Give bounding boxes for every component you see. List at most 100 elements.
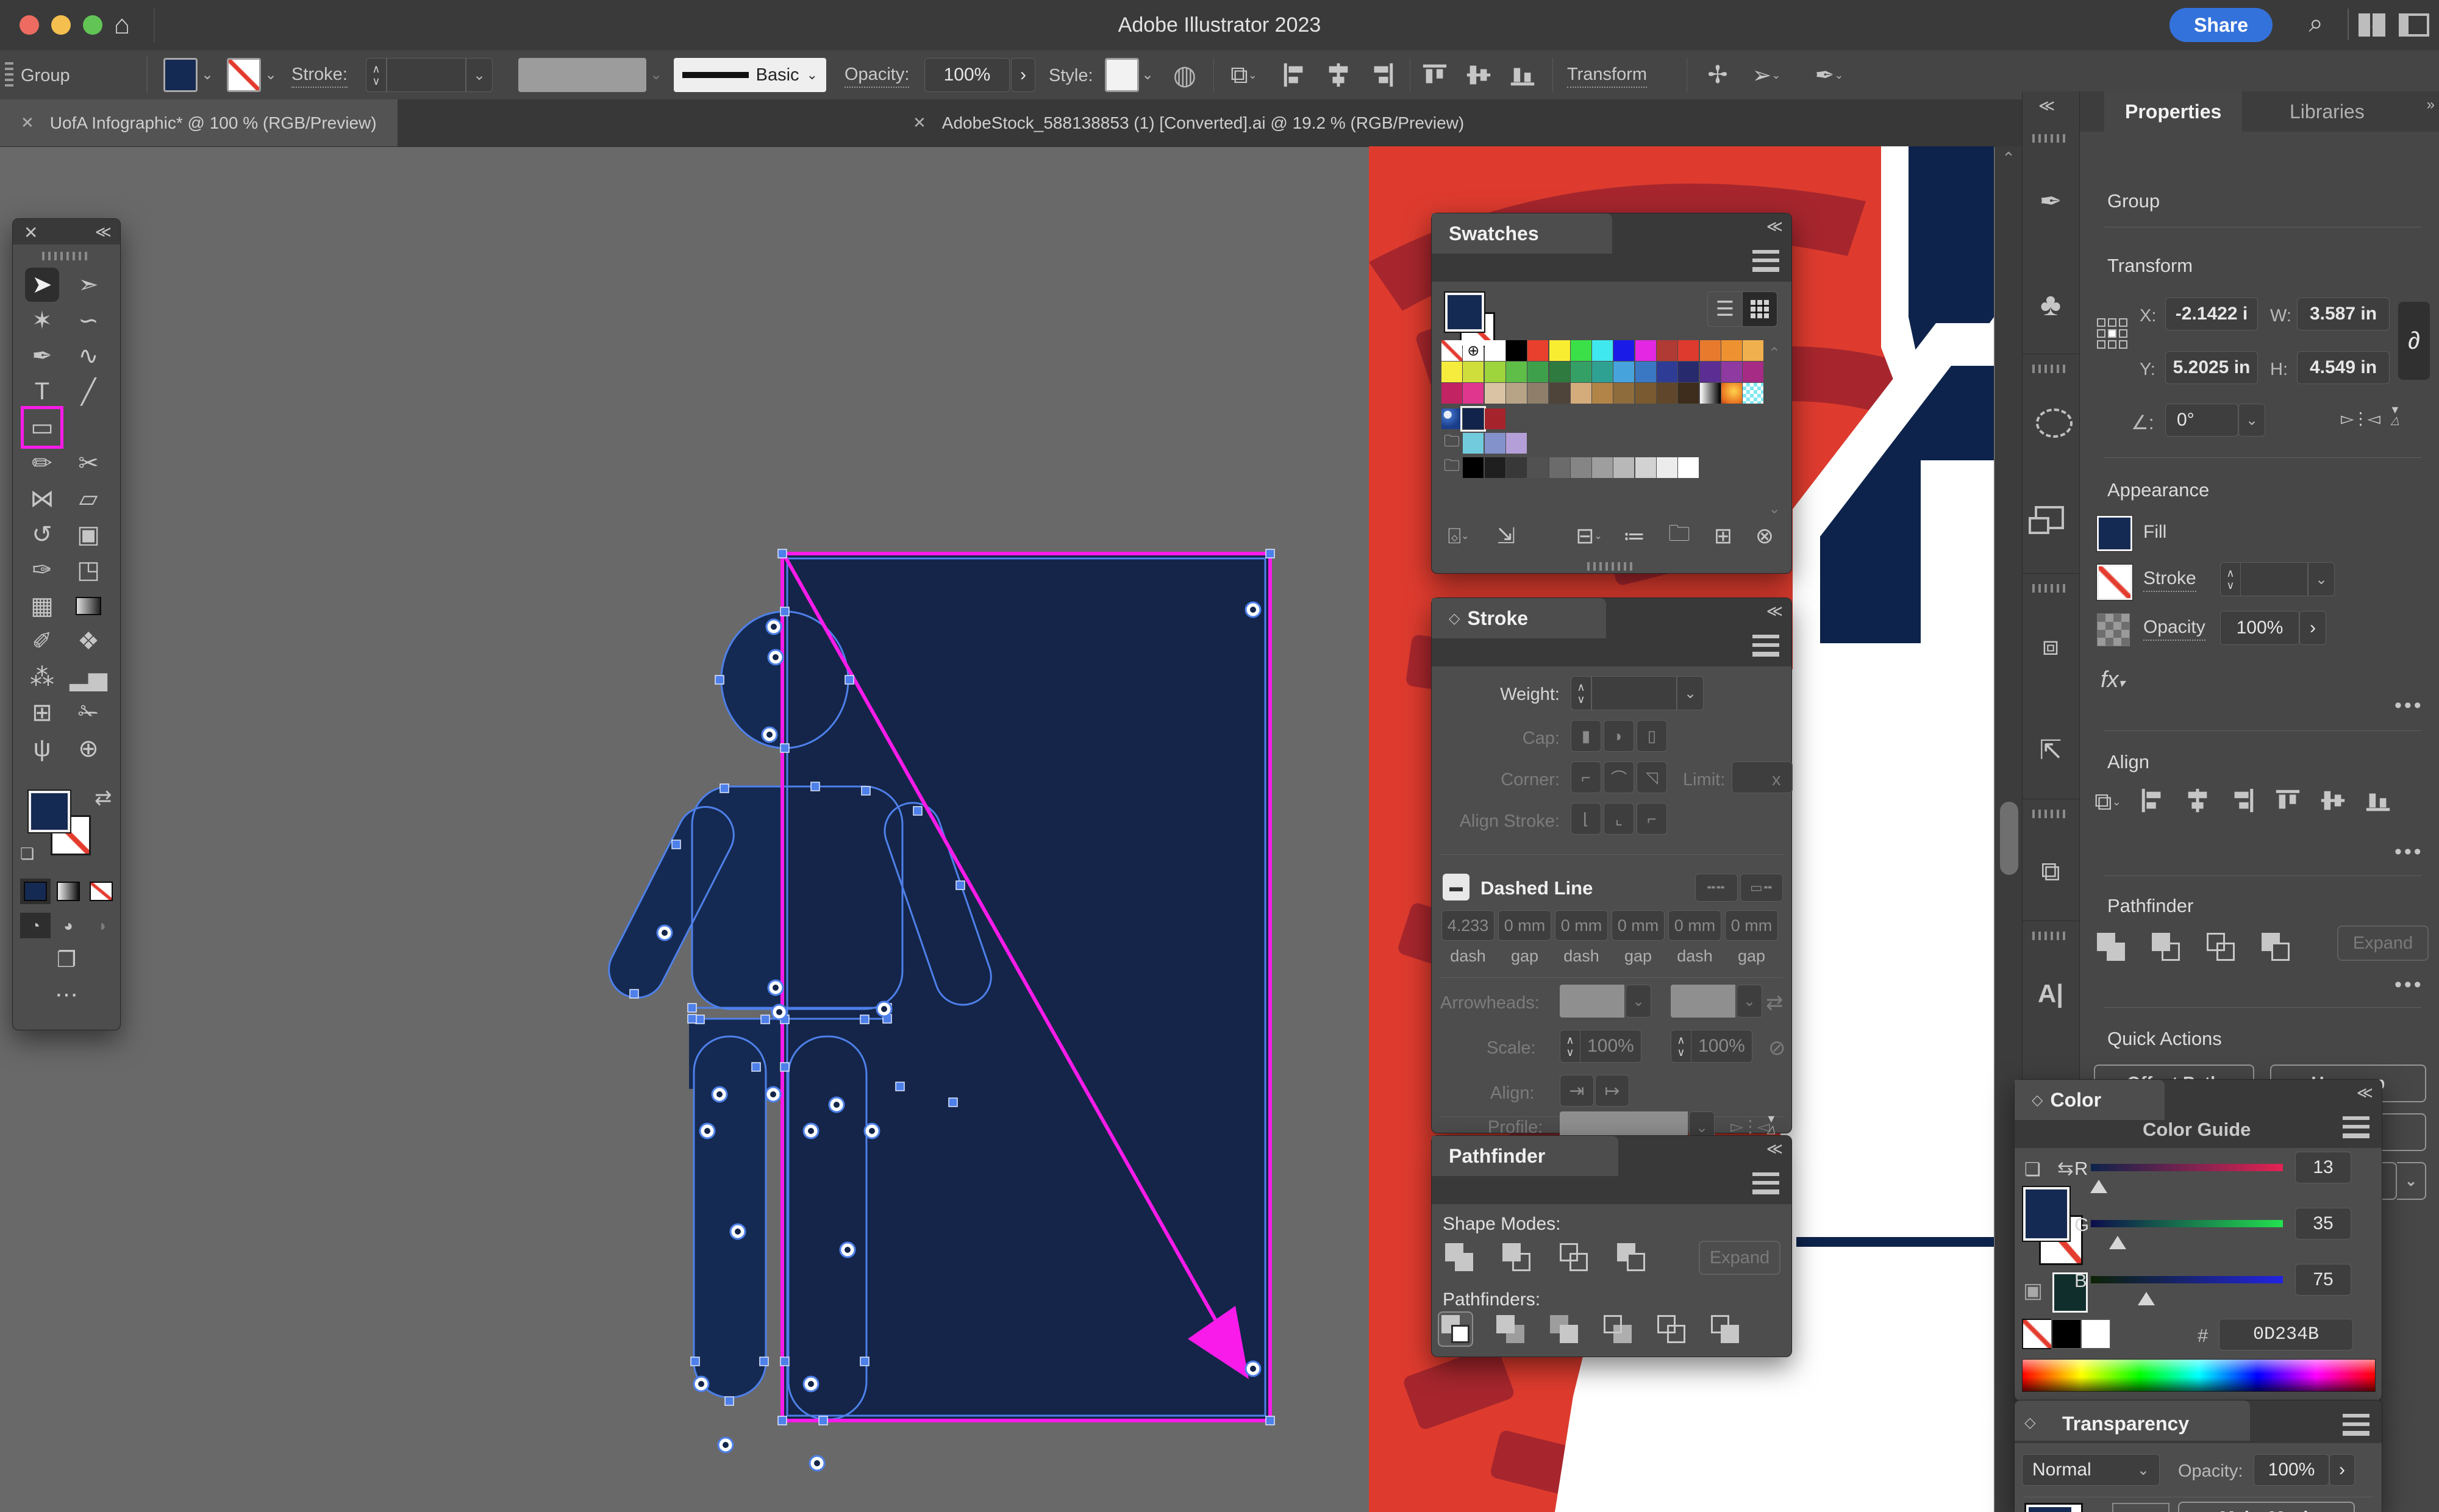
swatch[interactable] (1613, 383, 1634, 404)
default-fill-stroke-icon[interactable]: ❏ (20, 844, 34, 863)
swatch[interactable] (1527, 340, 1548, 361)
mini-fill-stroke-icon[interactable]: ❏ (2024, 1159, 2041, 1180)
color-spectrum-bar[interactable] (2022, 1359, 2376, 1392)
color-black-chip[interactable] (2051, 1319, 2082, 1349)
toolbar-more-icon[interactable]: ⋯ (48, 982, 85, 1007)
swatch[interactable] (1463, 457, 1484, 478)
character-panel-icon[interactable]: A| (2032, 975, 2069, 1012)
prop-align-bottom-icon[interactable] (2364, 786, 2392, 818)
symbols-panel-icon[interactable]: ♣ (2032, 287, 2069, 323)
align-to-artboard-icon[interactable]: ⧉⌄ (2094, 788, 2121, 816)
live-corner-widget[interactable] (877, 1002, 891, 1016)
document-tab-inactive[interactable]: ✕ AdobeStock_588138853 (1) [Converted].a… (892, 99, 1485, 146)
rotate-tool[interactable]: ↺ (25, 518, 59, 552)
prop-align-hcenter-icon[interactable] (2184, 786, 2212, 818)
anchor-point[interactable] (778, 1416, 787, 1425)
outline-icon[interactable] (1655, 1313, 1688, 1346)
swatch[interactable] (1463, 383, 1484, 404)
prop-intersect-icon[interactable] (2204, 930, 2237, 963)
prop-exclude-icon[interactable] (2259, 930, 2292, 963)
anchor-point[interactable] (845, 676, 854, 684)
swatch[interactable] (1657, 340, 1677, 361)
opacity-field[interactable]: 100% (924, 58, 1010, 92)
live-corner-widget[interactable] (772, 1005, 787, 1019)
anchor-point[interactable] (752, 1063, 760, 1071)
transparency-tab[interactable]: Transparency (2046, 1409, 2205, 1438)
swatch[interactable] (1700, 340, 1721, 361)
screen-mode-button[interactable]: ❐ (48, 946, 85, 974)
swatch-options-icon[interactable]: ≔ (1618, 522, 1650, 550)
gradient-tool[interactable] (71, 589, 105, 623)
x-field[interactable]: -2.1422 i (2165, 298, 2258, 330)
anchor-point[interactable] (819, 1416, 827, 1425)
swatch[interactable] (1441, 383, 1462, 404)
anchor-point[interactable] (778, 549, 787, 558)
anchor-point[interactable] (688, 1004, 696, 1012)
corner-buttons[interactable]: ⌐ ⌒ ◹ (1571, 761, 1667, 793)
live-corner-widget[interactable] (712, 1087, 727, 1102)
brush-definition-select[interactable]: Basic ⌄ (674, 58, 826, 92)
gradient-mode-button[interactable] (53, 879, 84, 904)
swatch[interactable] (1635, 340, 1656, 361)
style-swatch[interactable] (1105, 58, 1139, 92)
documents-panel-icon[interactable]: ⧉ (2032, 854, 2069, 890)
align-right-icon[interactable] (1368, 61, 1396, 92)
b-value-field[interactable]: 75 (2295, 1264, 2351, 1296)
lasso-tool[interactable]: ∽ (71, 304, 105, 338)
anchor-point[interactable] (630, 990, 638, 998)
align-more-icon[interactable]: ••• (2394, 840, 2424, 864)
swatch-pattern-check[interactable] (1743, 383, 1763, 404)
align-bottom-icon[interactable] (1509, 61, 1537, 92)
swatch[interactable] (1463, 362, 1484, 382)
swatch[interactable] (1527, 383, 1548, 404)
swatch-scroll-down-icon[interactable]: ⌄ (1768, 500, 1780, 518)
swatch-add-from-library-icon[interactable]: ⇲ (1490, 522, 1522, 550)
close-tab-icon[interactable]: ✕ (21, 113, 34, 132)
draw-inside-button[interactable]: ◑ (86, 913, 116, 938)
align-to-selection-icon[interactable]: ⧉⌄ (1227, 60, 1261, 90)
eyedropper-tool[interactable]: ✐ (25, 624, 59, 658)
swatch[interactable] (1549, 362, 1570, 382)
stroke-tab[interactable]: ◇Stroke (1432, 598, 1606, 638)
perspective-grid-tool[interactable]: ◳ (71, 553, 105, 587)
appearance-opacity-label[interactable]: Opacity (2143, 617, 2205, 641)
fill-chevron-icon[interactable]: ⌄ (201, 66, 213, 84)
blend-mode-select[interactable]: Normal⌄ (2022, 1454, 2160, 1486)
rectangle-tool[interactable]: ▭ (25, 410, 59, 444)
cap-butt-icon[interactable]: ▮ (1571, 720, 1601, 752)
minus-front-icon[interactable] (1500, 1241, 1533, 1274)
collapse-tools-icon[interactable]: ≪ (95, 223, 109, 241)
anchor-point[interactable] (862, 786, 870, 795)
swatch[interactable] (1506, 362, 1527, 382)
swatch[interactable] (1678, 383, 1699, 404)
align-top-icon[interactable] (1421, 61, 1449, 92)
swatches-menu-icon[interactable] (1752, 250, 1779, 272)
prop-align-left-icon[interactable] (2138, 786, 2166, 818)
anchor-point[interactable] (860, 1357, 869, 1366)
transparency-thumbnail[interactable] (2024, 1503, 2083, 1512)
collapse-pathfinder-icon[interactable]: ≪ (1766, 1139, 1780, 1158)
swatch-gradient-bw[interactable] (1700, 383, 1721, 404)
b-slider[interactable] (2091, 1276, 2283, 1283)
swatch[interactable] (1657, 362, 1677, 382)
intersect-icon[interactable] (1557, 1241, 1590, 1274)
scissors-tool[interactable]: ✂ (71, 446, 105, 480)
prop-expand-button[interactable]: Expand (2337, 925, 2429, 961)
stroke-chevron-icon[interactable]: ⌄ (265, 66, 277, 84)
flip-vertical-icon[interactable]: ▼△ (2390, 405, 2401, 426)
anchor-point[interactable] (688, 1015, 696, 1023)
live-corner-widget[interactable] (768, 980, 783, 995)
align-stroke-outside-icon[interactable]: ⌐ (1637, 803, 1667, 835)
transparency-menu-icon[interactable] (2343, 1414, 2369, 1436)
artboard-tool[interactable]: ⊞ (25, 696, 59, 730)
swatch[interactable] (1592, 457, 1613, 478)
constrain-proportions-icon[interactable]: ∂ (2398, 302, 2430, 380)
appearance-stroke-swatch[interactable] (2097, 565, 2132, 600)
color-swap-icon[interactable]: ⇆ (2057, 1157, 2074, 1180)
stroke-weight-stepper[interactable]: ∧∨ (366, 58, 387, 92)
collapse-swatches-icon[interactable]: ≪ (1766, 217, 1780, 236)
variable-width-profile-select[interactable] (518, 58, 646, 92)
corner-bevel-icon[interactable]: ◹ (1637, 761, 1667, 793)
document-tab-active[interactable]: ✕ UofA Infographic* @ 100 % (RGB/Preview… (0, 99, 398, 146)
layers-panel-icon[interactable]: ⧈ (2032, 628, 2069, 665)
